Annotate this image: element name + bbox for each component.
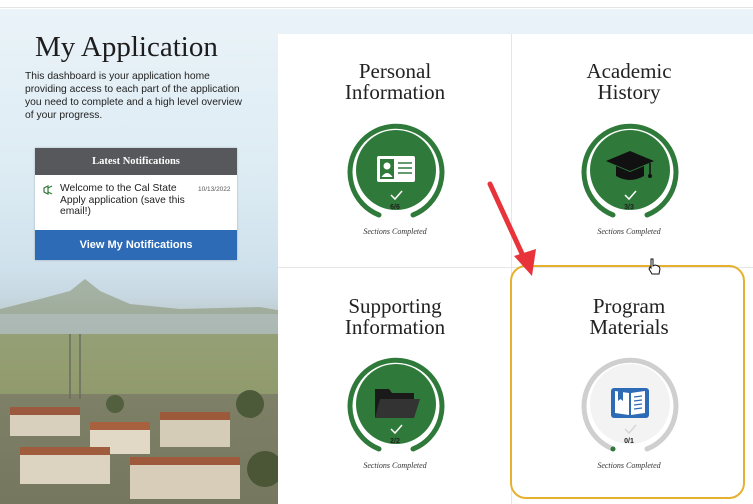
tile-title: Personal Information [344, 59, 446, 104]
tile-personal-information[interactable]: Personal Information 6/6 Sections Comple… [278, 34, 512, 268]
tile-title: Academic History [586, 59, 672, 104]
megaphone-icon [43, 185, 53, 195]
notification-text: Welcome to the Cal State Apply applicati… [60, 183, 185, 217]
notifications-panel: Latest Notifications Welcome to the Cal … [35, 148, 237, 260]
sections-caption: Sections Completed [363, 461, 427, 470]
notification-item[interactable]: Welcome to the Cal State Apply applicati… [35, 175, 237, 230]
folder-icon [375, 389, 420, 418]
view-notifications-button[interactable]: View My Notifications [35, 230, 237, 260]
red-arrow-icon [487, 181, 536, 276]
sections-caption: Sections Completed [363, 227, 427, 236]
tile-title: Supporting Information [344, 294, 446, 339]
notifications-header: Latest Notifications [35, 148, 237, 175]
tile-supporting-information[interactable]: Supporting Information 2/2 Sections Comp… [278, 268, 512, 502]
page-header: My Application This dashboard is your ap… [25, 30, 250, 122]
sections-count: 2/2 [390, 438, 400, 445]
top-bar [0, 0, 753, 8]
notification-date: 10/13/2022 [198, 186, 231, 193]
page-title: My Application [35, 31, 218, 63]
id-card-icon [377, 156, 415, 182]
highlight-box [510, 265, 745, 499]
hand-cursor-icon [648, 258, 661, 275]
page-intro: This dashboard is your application home … [25, 71, 242, 121]
sections-count: 6/6 [390, 204, 400, 211]
